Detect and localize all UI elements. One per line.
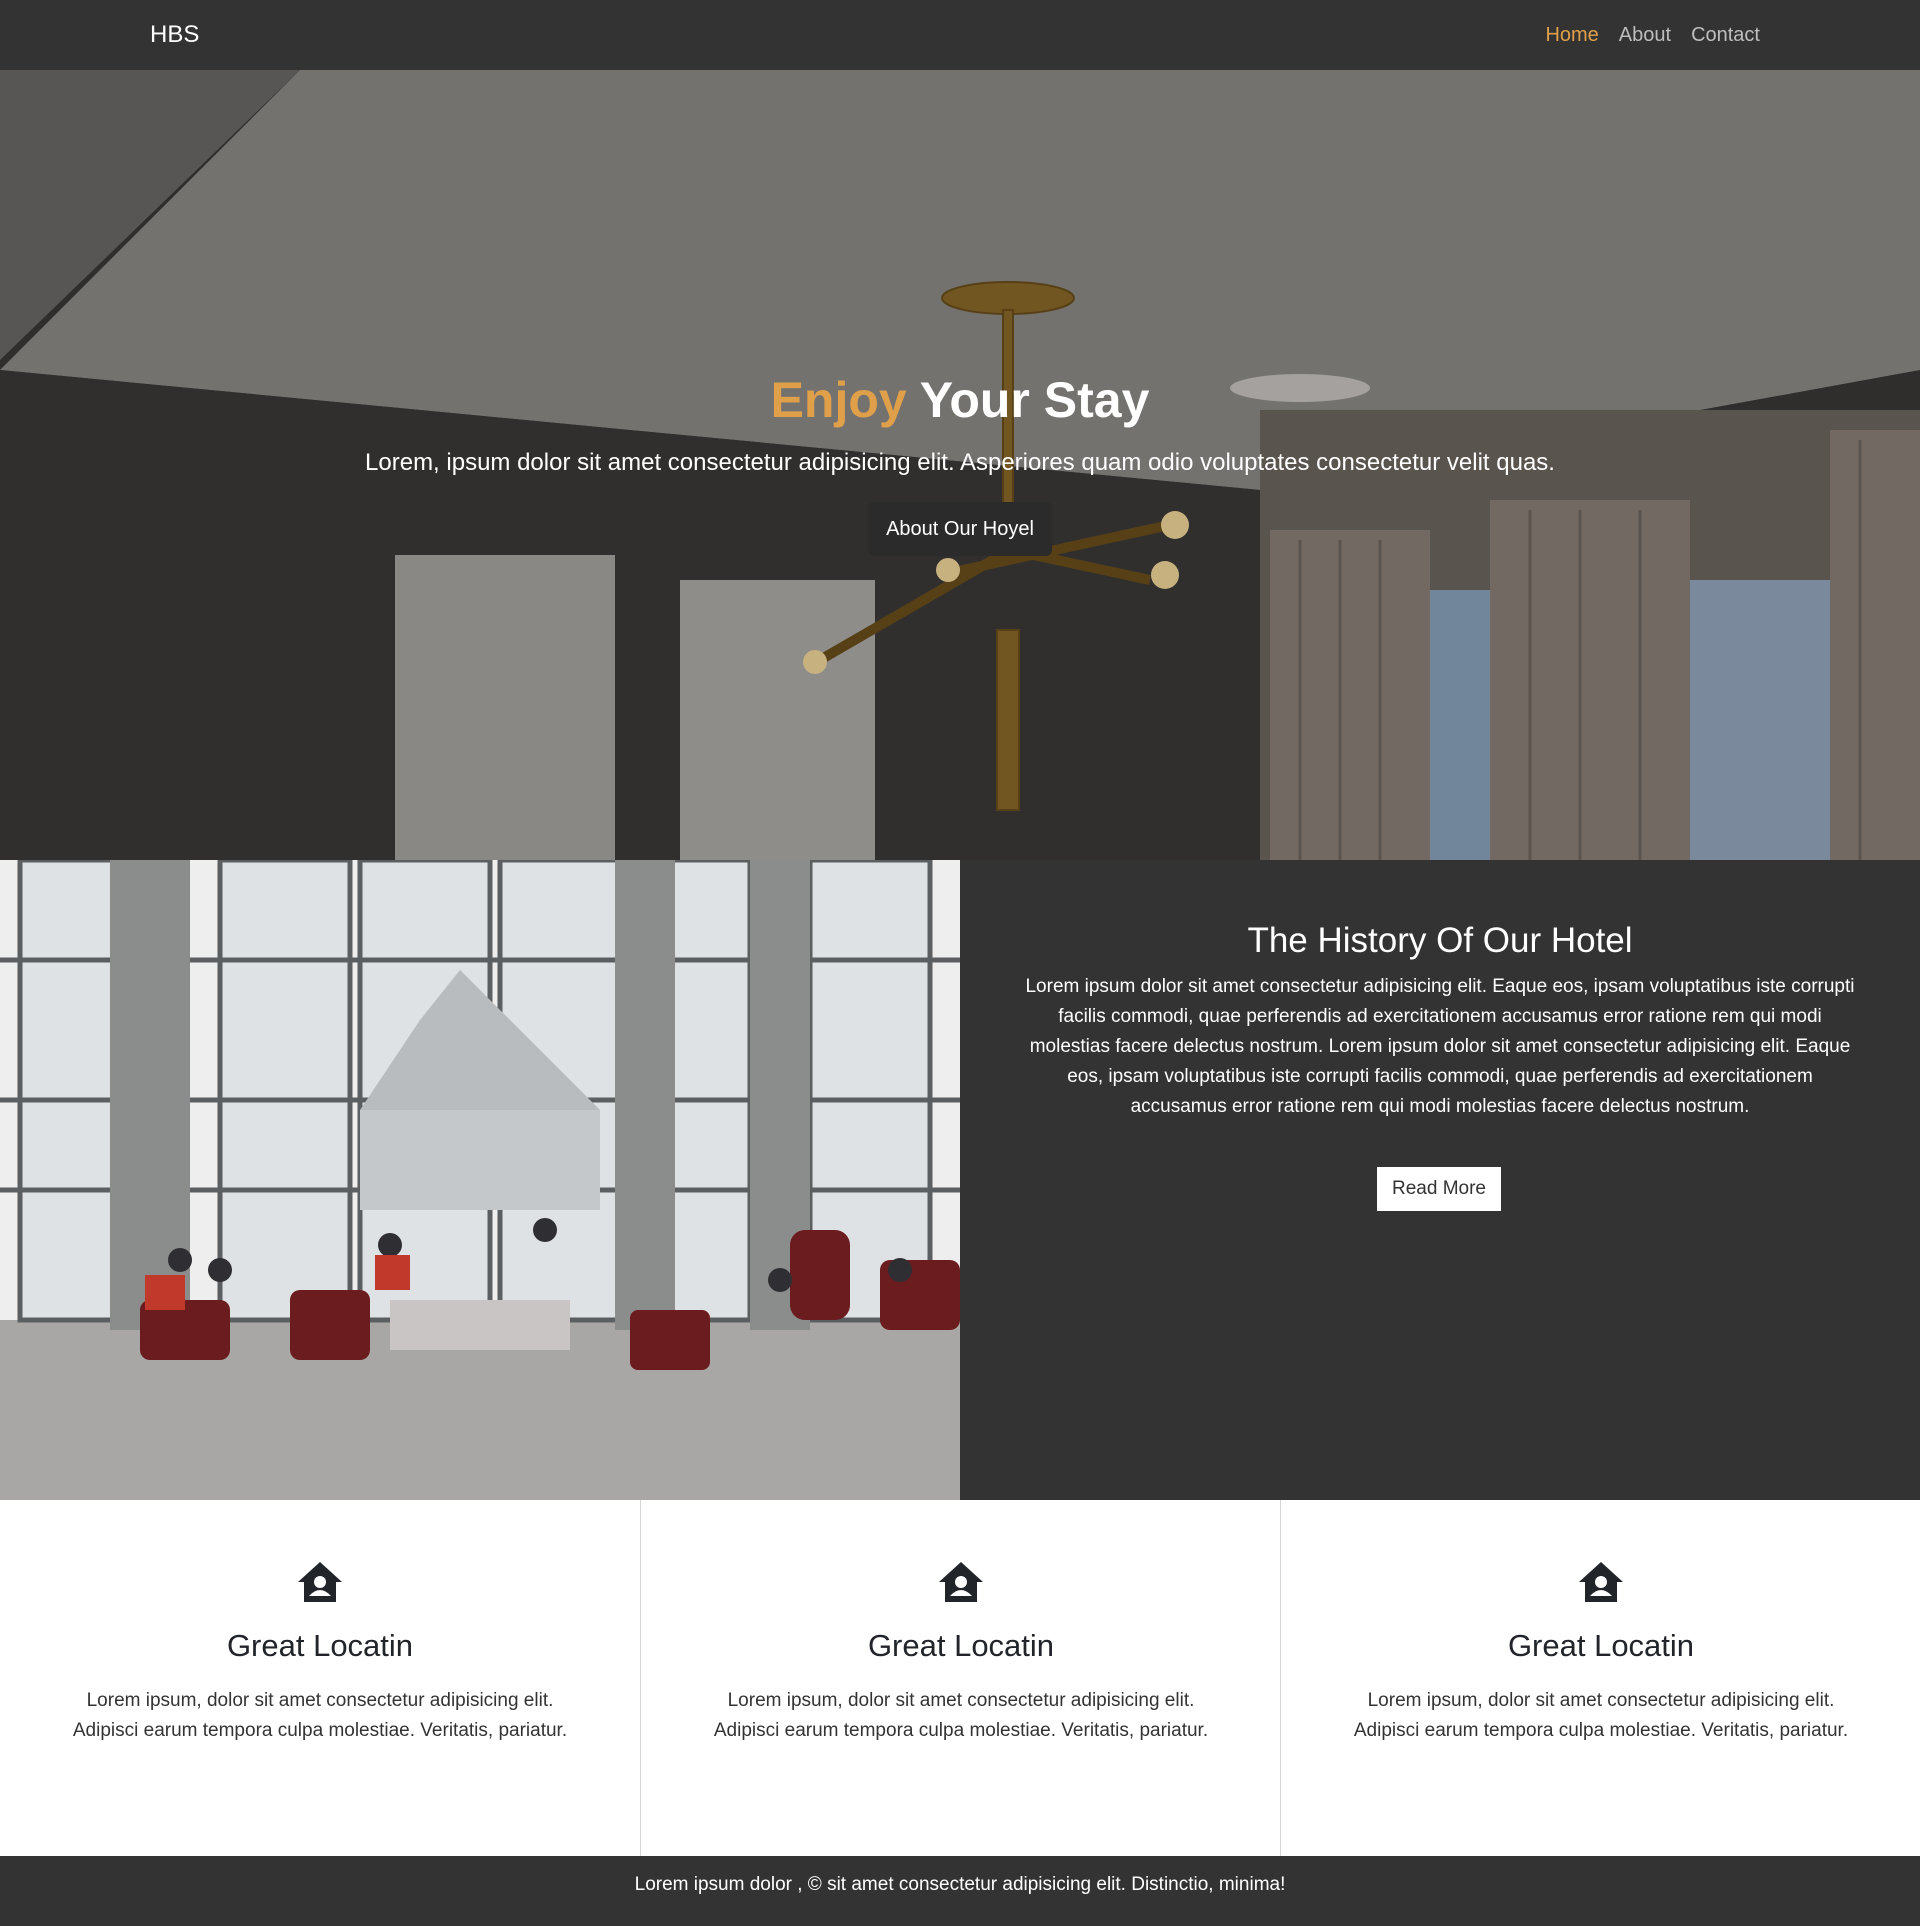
hero-title: Enjoy Your Stay [0, 370, 1920, 430]
footer-text: Lorem ipsum dolor , © sit amet consectet… [634, 1874, 1286, 1895]
nav-link-contact[interactable]: Contact [1691, 22, 1760, 48]
feature-card: Great Locatin Lorem ipsum, dolor sit ame… [1280, 1500, 1920, 1856]
feature-title: Great Locatin [226, 1628, 414, 1663]
hero-subtitle: Lorem, ipsum dolor sit amet consectetur … [365, 449, 1555, 476]
nav-links: Home About Contact [1545, 22, 1760, 48]
hero-title-accent: Enjoy [770, 372, 907, 428]
house-user-icon [939, 1562, 983, 1602]
house-user-icon [1579, 1562, 1623, 1602]
feature-card: Great Locatin Lorem ipsum, dolor sit ame… [640, 1500, 1280, 1856]
history-title: The History Of Our Hotel [1247, 921, 1633, 960]
features-section: Great Locatin Lorem ipsum, dolor sit ame… [0, 1500, 1920, 1856]
feature-text: Lorem ipsum, dolor sit amet consectetur … [72, 1690, 568, 1741]
navbar: HBS Home About Contact [0, 0, 1920, 70]
hero-title-rest: Your Stay [906, 372, 1150, 428]
feature-text: Lorem ipsum, dolor sit amet consectetur … [713, 1690, 1209, 1741]
feature-card: Great Locatin Lorem ipsum, dolor sit ame… [0, 1500, 640, 1856]
feature-text: Lorem ipsum, dolor sit amet consectetur … [1353, 1690, 1849, 1741]
feature-title: Great Locatin [867, 1628, 1055, 1663]
history-panel: The History Of Our Hotel Lorem ipsum dol… [960, 860, 1920, 1500]
history-text: Lorem ipsum dolor sit amet consectetur a… [1025, 976, 1855, 1117]
house-user-icon [298, 1562, 342, 1602]
about-hotel-button[interactable]: About Our Hoyel [868, 502, 1052, 556]
hero-section: Enjoy Your Stay Lorem, ipsum dolor sit a… [0, 70, 1920, 860]
brand-logo[interactable]: HBS [150, 20, 199, 50]
read-more-button[interactable]: Read More [1377, 1167, 1501, 1211]
nav-link-home[interactable]: Home [1545, 22, 1598, 48]
lobby-photo [0, 860, 960, 1500]
nav-link-about[interactable]: About [1619, 22, 1671, 48]
footer: Lorem ipsum dolor , © sit amet consectet… [0, 1856, 1920, 1926]
history-image [0, 860, 960, 1500]
feature-title: Great Locatin [1507, 1628, 1695, 1663]
